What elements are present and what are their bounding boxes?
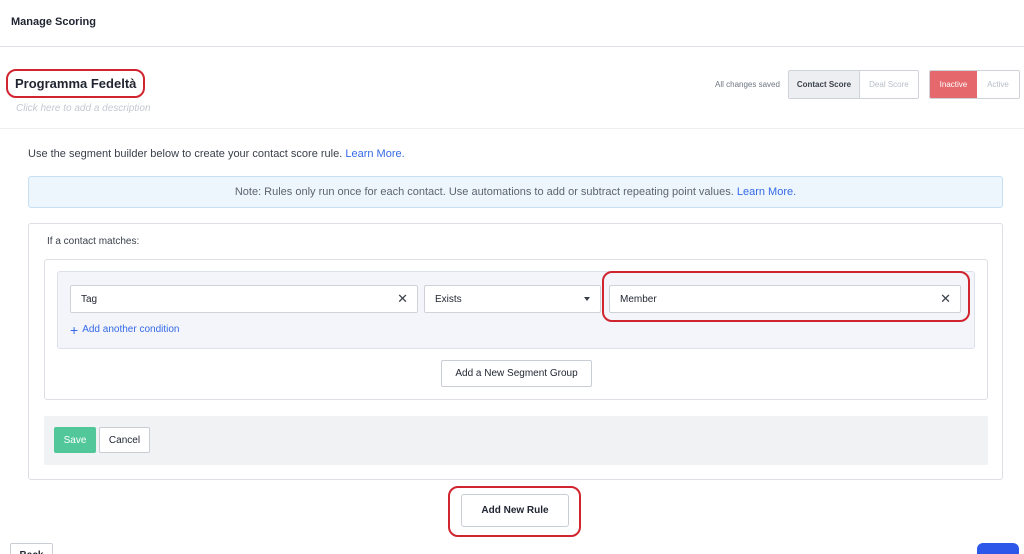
active-option[interactable]: Active bbox=[976, 71, 1019, 98]
inactive-option[interactable]: Inactive bbox=[930, 71, 977, 98]
intro-description: Use the segment builder below to create … bbox=[28, 148, 343, 160]
annotation-highlight-member-field bbox=[602, 271, 970, 322]
info-note: Note: Rules only run once for each conta… bbox=[28, 176, 1003, 208]
save-button[interactable]: Save bbox=[54, 427, 96, 453]
add-condition-link[interactable]: + Add another condition bbox=[70, 321, 180, 338]
rule-state-toggle: Inactive Active bbox=[929, 70, 1020, 99]
rule-description-placeholder[interactable]: Click here to add a description bbox=[16, 103, 151, 114]
annotation-highlight-rule-name bbox=[6, 69, 145, 98]
cancel-button[interactable]: Cancel bbox=[99, 427, 150, 453]
intro-learn-more-link[interactable]: Learn More. bbox=[345, 148, 404, 160]
save-status: All changes saved bbox=[715, 80, 780, 89]
deal-score-option[interactable]: Deal Score bbox=[859, 71, 918, 98]
caret-down-icon bbox=[584, 297, 590, 301]
builder-actions: Save Cancel bbox=[44, 416, 988, 465]
add-condition-label: Add another condition bbox=[82, 324, 180, 335]
condition-operator-value: Exists bbox=[435, 294, 462, 305]
close-icon[interactable]: ✕ bbox=[397, 292, 408, 306]
match-label: If a contact matches: bbox=[47, 236, 140, 247]
condition-field-value: Tag bbox=[81, 294, 98, 305]
rule-header: Programma Fedeltà Click here to add a de… bbox=[0, 47, 1024, 129]
contact-score-option[interactable]: Contact Score bbox=[789, 71, 860, 98]
condition-field-select[interactable]: Tag ✕ bbox=[70, 285, 418, 313]
plus-icon: + bbox=[70, 321, 79, 338]
annotation-highlight-add-rule bbox=[448, 486, 581, 537]
condition-operator-select[interactable]: Exists bbox=[424, 285, 601, 313]
score-type-toggle: Contact Score Deal Score bbox=[788, 70, 919, 99]
back-button[interactable]: Back bbox=[10, 543, 53, 554]
note-text: Note: Rules only run once for each conta… bbox=[234, 186, 734, 198]
note-learn-more-link[interactable]: Learn More. bbox=[737, 186, 796, 198]
add-segment-group-button[interactable]: Add a New Segment Group bbox=[441, 360, 592, 387]
help-widget-tab[interactable] bbox=[977, 543, 1019, 554]
segment-builder: If a contact matches: Tag ✕ Exists Membe… bbox=[28, 223, 1003, 480]
top-bar: Manage Scoring bbox=[0, 0, 1024, 47]
intro-text: Use the segment builder below to create … bbox=[28, 148, 405, 160]
page-title: Manage Scoring bbox=[11, 16, 96, 28]
